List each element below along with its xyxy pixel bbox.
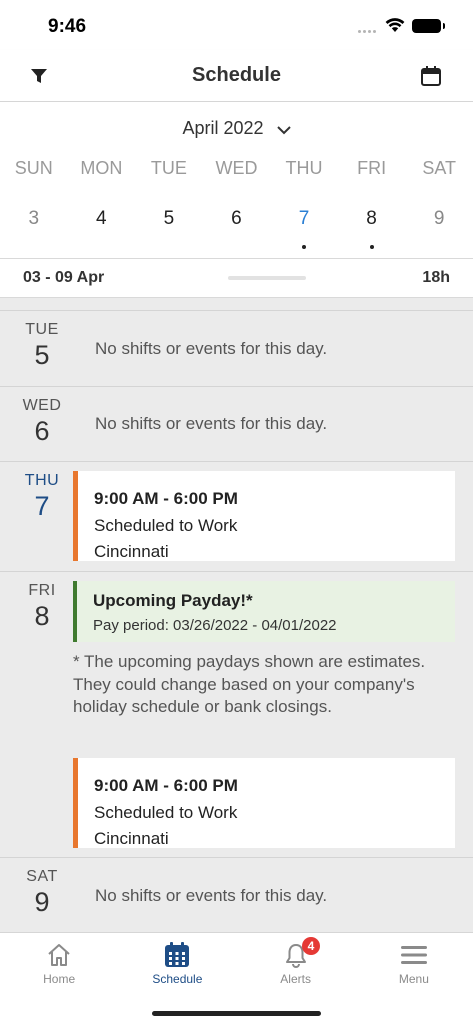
- alerts-badge: 4: [302, 937, 320, 955]
- date-number: 5: [163, 208, 175, 229]
- shift-location: Cincinnati: [94, 829, 169, 848]
- empty-day-text: No shifts or events for this day.: [95, 886, 328, 905]
- day-row-tue: TUE 5 No shifts or events for this day.: [0, 310, 473, 386]
- home-icon: [45, 941, 73, 969]
- week-range-bar: 03 - 09 Apr 18h: [0, 258, 473, 298]
- shift-time: 9:00 AM - 6:00 PM: [94, 776, 238, 795]
- calendar-icon: [163, 941, 191, 969]
- day-row-fri: FRI 8 Upcoming Payday!* Pay period: 03/2…: [0, 571, 473, 857]
- shift-time: 9:00 AM - 6:00 PM: [94, 489, 238, 508]
- drag-handle[interactable]: [228, 276, 306, 280]
- event-dot: [302, 245, 307, 249]
- tab-home[interactable]: Home: [0, 933, 118, 993]
- month-label: April 2022: [182, 118, 264, 138]
- tab-alerts[interactable]: Alerts: [237, 933, 355, 993]
- shift-status: Scheduled to Work: [94, 516, 238, 535]
- day-of-week: WED: [22, 397, 62, 414]
- status-bar: 9:46: [0, 0, 473, 50]
- wifi-icon: [385, 17, 405, 38]
- payday-title: Upcoming Payday!*: [93, 591, 253, 610]
- weekday-label: SUN: [14, 158, 53, 178]
- weekday-label: FRI: [357, 158, 387, 178]
- day-row-sat: SAT 9 No shifts or events for this day.: [0, 857, 473, 932]
- weekday-label: SAT: [422, 158, 456, 178]
- day-label: WED 6: [0, 397, 84, 447]
- month-selector[interactable]: April 2022: [0, 118, 473, 140]
- tab-menu[interactable]: Menu: [355, 933, 473, 993]
- date-number: 3: [28, 208, 40, 229]
- shift-card[interactable]: 9:00 AM - 6:00 PM Scheduled to Work Cinc…: [73, 471, 455, 561]
- day-number: 5: [34, 340, 50, 370]
- day-label: SAT 9: [0, 868, 84, 918]
- date-cell[interactable]: 4: [68, 208, 136, 230]
- day-number: 6: [34, 416, 50, 446]
- date-row: 3 4 5 6 7 8 9: [0, 208, 473, 249]
- payday-card[interactable]: Upcoming Payday!* Pay period: 03/26/2022…: [73, 581, 455, 642]
- tab-label: Alerts: [280, 972, 311, 986]
- weekday-header-row: SUN MON TUE WED THU FRI SAT: [0, 158, 473, 179]
- date-cell[interactable]: 8: [338, 208, 406, 249]
- date-cell[interactable]: 9: [405, 208, 473, 230]
- day-row-thu: THU 7 9:00 AM - 6:00 PM Scheduled to Wor…: [0, 461, 473, 571]
- empty-day-text: No shifts or events for this day.: [95, 414, 328, 433]
- payday-disclaimer: * The upcoming paydays shown are estimat…: [73, 652, 426, 716]
- day-label: TUE 5: [0, 321, 84, 371]
- day-number: 7: [34, 491, 50, 521]
- week-range-label: 03 - 09 Apr: [23, 269, 105, 286]
- date-number: 4: [96, 208, 107, 229]
- tab-label: Menu: [398, 972, 429, 986]
- shift-location: Cincinnati: [94, 542, 169, 561]
- event-dot: [369, 245, 374, 249]
- page-title: Schedule: [192, 64, 281, 86]
- calendar-button[interactable]: [419, 64, 443, 88]
- shift-card[interactable]: 9:00 AM - 6:00 PM Scheduled to Work Cinc…: [73, 758, 455, 848]
- day-number: 9: [34, 887, 50, 917]
- day-label: THU 7: [0, 472, 84, 522]
- day-of-week: FRI: [28, 582, 56, 599]
- date-cell[interactable]: 3: [0, 208, 68, 230]
- chevron-down-icon: [276, 119, 291, 140]
- bottom-tab-bar: Home Schedule Alerts 4 Menu: [0, 932, 473, 1024]
- empty-day-text: No shifts or events for this day.: [95, 339, 328, 358]
- app-header: Schedule: [0, 50, 473, 102]
- date-number: 8: [366, 208, 377, 229]
- weekday-label: WED: [215, 158, 258, 178]
- date-cell-today[interactable]: 7: [270, 208, 338, 249]
- weekday-label: TUE: [150, 158, 187, 178]
- day-label: FRI 8: [0, 582, 84, 632]
- day-of-week: SAT: [26, 868, 58, 885]
- home-indicator: [152, 1011, 321, 1016]
- week-picker: April 2022 SUN MON TUE WED THU FRI SAT 3…: [0, 102, 473, 258]
- date-number: 6: [231, 208, 242, 229]
- shift-status: Scheduled to Work: [94, 803, 238, 822]
- date-number: 9: [433, 208, 445, 229]
- tab-label: Home: [43, 972, 76, 986]
- tab-schedule[interactable]: Schedule: [118, 933, 236, 993]
- day-of-week: THU: [24, 472, 60, 489]
- status-time: 9:46: [48, 16, 87, 37]
- date-number: 7: [298, 208, 310, 229]
- day-of-week: TUE: [25, 321, 59, 338]
- day-number: 8: [34, 601, 50, 631]
- date-cell[interactable]: 6: [203, 208, 271, 230]
- weekday-label: MON: [80, 158, 123, 178]
- signal-icon: [358, 30, 380, 34]
- day-row-wed: WED 6 No shifts or events for this day.: [0, 386, 473, 461]
- menu-icon: [400, 941, 428, 969]
- calendar-icon: [421, 66, 441, 86]
- date-cell[interactable]: 5: [135, 208, 203, 230]
- pay-period: Pay period: 03/26/2022 - 04/01/2022: [93, 617, 337, 634]
- total-hours: 18h: [422, 269, 450, 286]
- weekday-label: THU: [285, 158, 323, 178]
- tab-label: Schedule: [152, 972, 203, 986]
- battery-icon: [412, 19, 445, 33]
